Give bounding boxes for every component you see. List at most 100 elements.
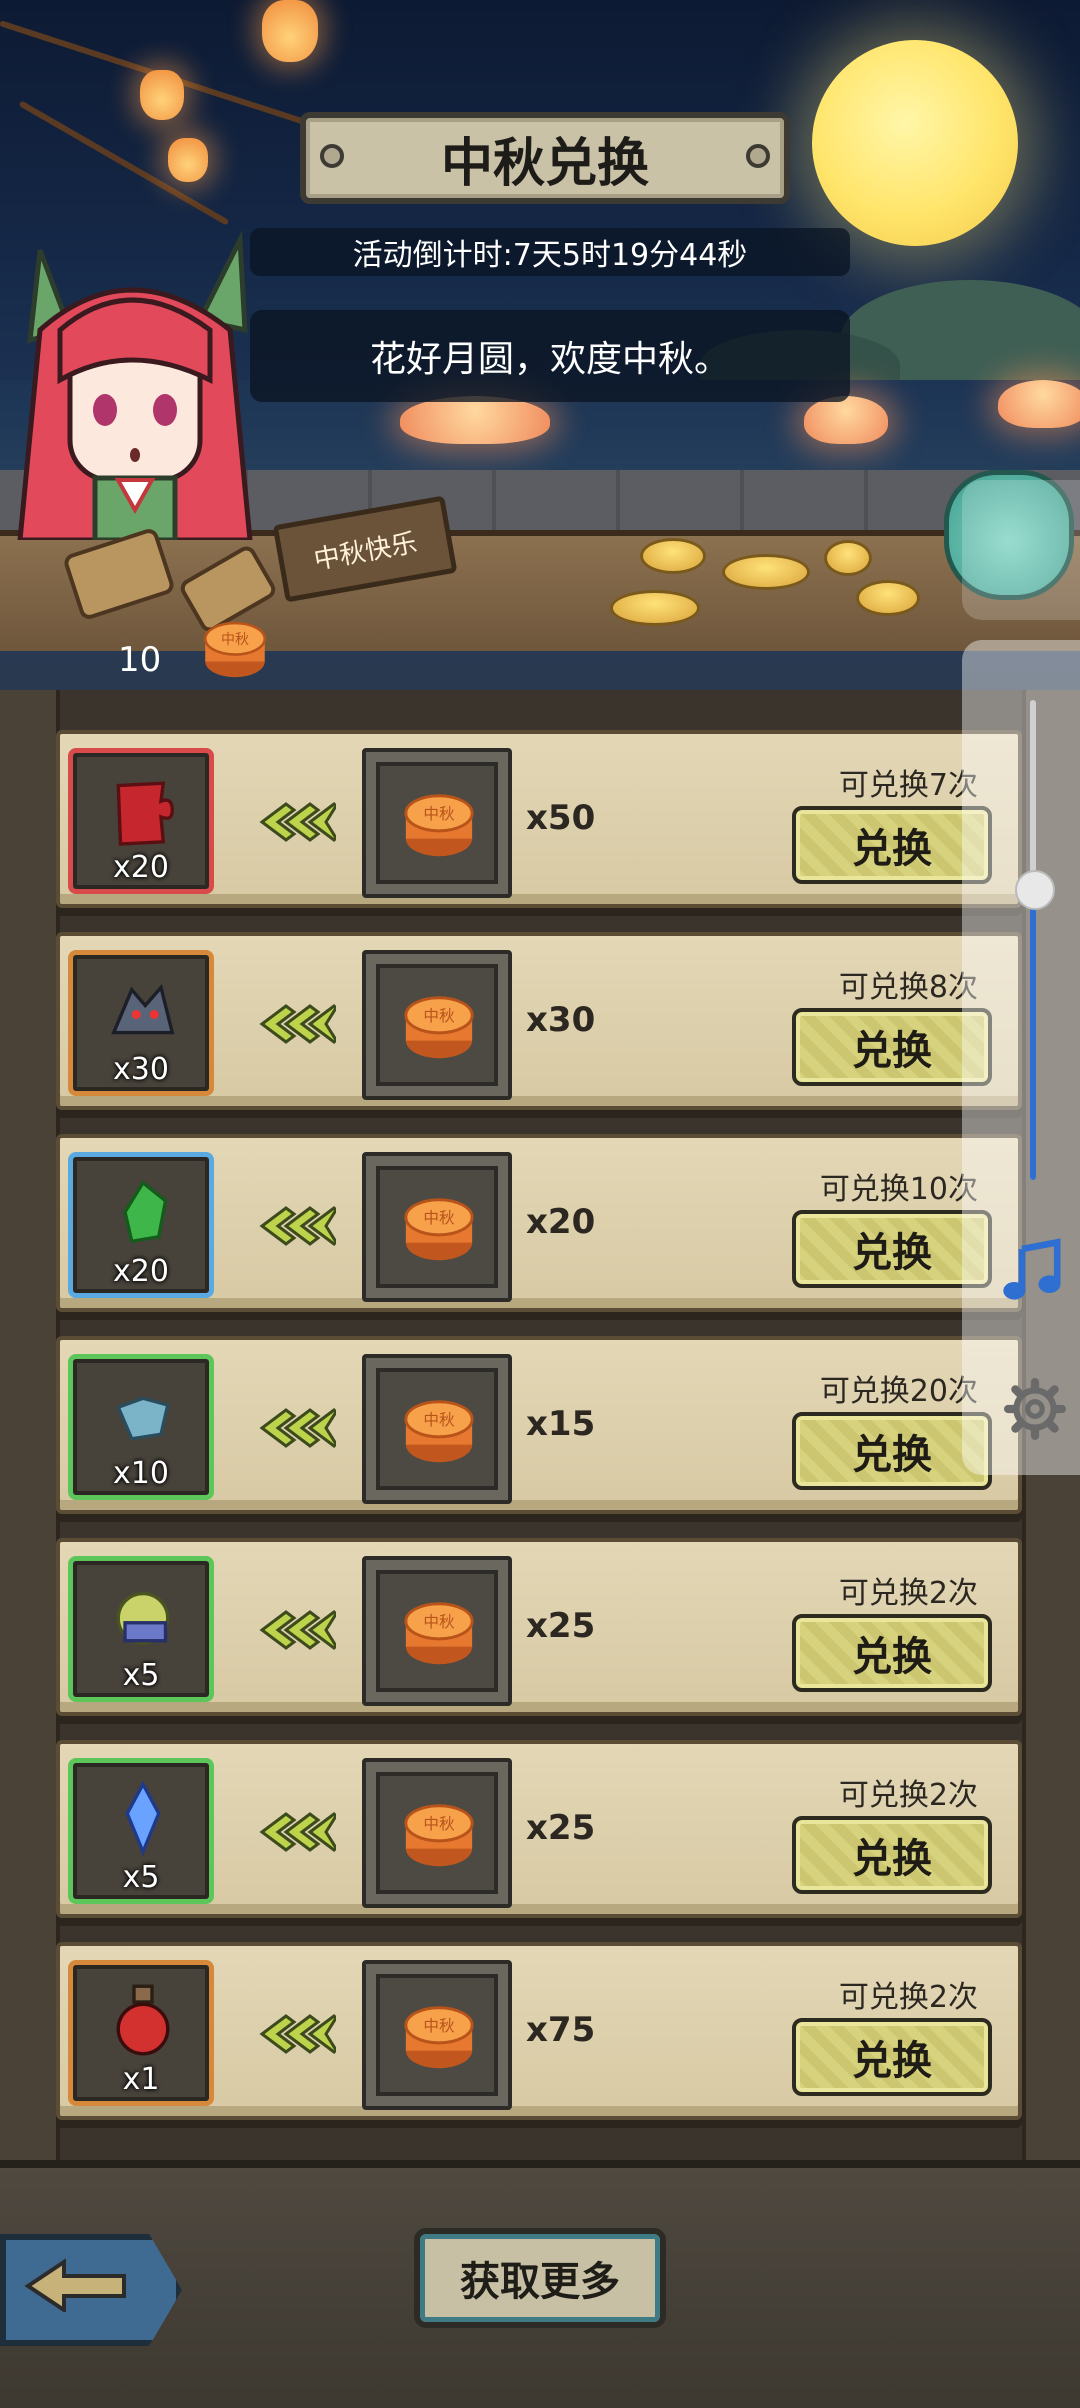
exchange-arrow-icon [259, 1812, 336, 1852]
reward-item-count: x30 [113, 1052, 169, 1087]
reward-item-slot[interactable]: x30 [68, 950, 214, 1096]
cost-item-slot: 中秋 [362, 1758, 512, 1908]
floating-panel-top [962, 480, 1080, 620]
gold-coin [610, 590, 700, 626]
wolf-character-icon [111, 983, 175, 1035]
exchange-row: x20 中秋 x50 可兑换7次 兑换 [56, 730, 1022, 908]
mooncake-icon: 中秋 [404, 996, 474, 1059]
cost-item-slot: 中秋 [362, 1960, 512, 2110]
floating-side-panel [962, 640, 1080, 1475]
cost-item-slot: 中秋 [362, 1152, 512, 1302]
back-button[interactable] [0, 2234, 182, 2346]
exchange-button[interactable]: 兑换 [792, 1614, 992, 1692]
lotus-lantern [998, 380, 1080, 428]
sky-lantern [262, 0, 318, 62]
exchange-limit: 可兑换20次 [819, 1374, 978, 1409]
cost-amount: x20 [526, 1202, 596, 1242]
exchange-row: x5 中秋 x25 可兑换2次 兑换 [56, 1538, 1022, 1716]
svg-text:中秋: 中秋 [423, 1613, 455, 1631]
exchange-row: x20 中秋 x20 可兑换10次 兑换 [56, 1134, 1022, 1312]
reward-item-slot[interactable]: x20 [68, 1152, 214, 1298]
mooncake-icon: 中秋 [404, 1602, 474, 1665]
music-note-icon[interactable] [1000, 1236, 1066, 1306]
reward-item-slot[interactable]: x5 [68, 1758, 214, 1904]
exchange-limit: 可兑换2次 [838, 1778, 978, 1813]
blue-ore-icon [115, 1396, 170, 1441]
back-arrow-icon [24, 2258, 126, 2312]
cost-amount: x25 [526, 1808, 596, 1848]
mooncake-icon: 中秋 [203, 621, 267, 678]
reward-item-slot[interactable]: x10 [68, 1354, 214, 1500]
gear-icon[interactable] [1004, 1378, 1066, 1440]
get-more-button[interactable]: 获取更多 [414, 2228, 666, 2328]
page-title-text: 中秋兑换 [440, 133, 649, 194]
volume-slider-knob[interactable] [1015, 870, 1055, 910]
reward-item-count: x5 [122, 1658, 160, 1693]
exchange-limit: 可兑换10次 [819, 1172, 978, 1207]
reward-item-count: x10 [113, 1456, 169, 1491]
gold-coin [640, 538, 706, 574]
mooncake-balance: 10 [118, 640, 162, 680]
svg-text:中秋: 中秋 [221, 632, 249, 648]
exchange-row: x1 中秋 x75 可兑换2次 兑换 [56, 1942, 1022, 2120]
reward-item-slot[interactable]: x1 [68, 1960, 214, 2106]
svg-text:中秋: 中秋 [423, 1007, 455, 1025]
exchange-arrow-icon [259, 1408, 336, 1448]
exchange-button[interactable]: 兑换 [792, 1816, 992, 1894]
green-crystal-icon [123, 1180, 168, 1244]
reward-item-count: x20 [113, 1254, 169, 1289]
rivet [746, 144, 770, 168]
cost-amount: x50 [526, 798, 596, 838]
cost-amount: x25 [526, 1606, 596, 1646]
gold-coin [856, 580, 920, 616]
mooncake-icon: 中秋 [404, 1804, 474, 1867]
event-slogan: 花好月圆，欢度中秋。 [250, 310, 850, 402]
exchange-arrow-icon [259, 802, 336, 842]
sky-lantern [140, 70, 184, 120]
exchange-limit: 可兑换2次 [838, 1980, 978, 2015]
sky-lantern [168, 138, 208, 182]
lotus-lantern [400, 396, 550, 444]
exchange-limit: 可兑换2次 [838, 1576, 978, 1611]
reward-item-slot[interactable]: x20 [68, 748, 214, 894]
red-puzzle-piece-icon [116, 781, 174, 846]
red-potion-icon [116, 1984, 170, 2056]
exchange-arrow-icon [259, 2014, 336, 2054]
exchange-row: x5 中秋 x25 可兑换2次 兑换 [56, 1740, 1022, 1918]
svg-text:中秋: 中秋 [423, 805, 455, 823]
event-countdown: 活动倒计时:7天5时19分44秒 [250, 228, 850, 276]
moon [812, 40, 1018, 246]
gold-coin [824, 540, 872, 576]
cost-item-slot: 中秋 [362, 950, 512, 1100]
reward-item-count: x1 [122, 2062, 160, 2097]
cat-girl-character [17, 230, 253, 540]
rivet [320, 144, 344, 168]
svg-text:中秋: 中秋 [423, 1209, 455, 1227]
cost-amount: x75 [526, 2010, 596, 2050]
exchange-arrow-icon [259, 1004, 336, 1044]
exchange-button[interactable]: 兑换 [792, 2018, 992, 2096]
cost-item-slot: 中秋 [362, 1354, 512, 1504]
gem-gear-icon [116, 1591, 170, 1645]
exchange-limit: 可兑换8次 [838, 970, 978, 1005]
exchange-row: x30 中秋 x30 可兑换8次 兑换 [56, 932, 1022, 1110]
svg-text:中秋: 中秋 [423, 1411, 455, 1429]
cost-item-slot: 中秋 [362, 1556, 512, 1706]
exchange-arrow-icon [259, 1610, 336, 1650]
svg-text:中秋: 中秋 [423, 1815, 455, 1833]
reward-item-slot[interactable]: x5 [68, 1556, 214, 1702]
lotus-lantern [804, 396, 888, 444]
cost-amount: x30 [526, 1000, 596, 1040]
left-rail [0, 690, 60, 2160]
cost-item-slot: 中秋 [362, 748, 512, 898]
reward-item-count: x20 [113, 850, 169, 885]
volume-slider-fill [1030, 892, 1036, 1180]
svg-text:中秋: 中秋 [423, 2017, 455, 2035]
gold-coin [722, 554, 810, 590]
exchange-arrow-icon [259, 1206, 336, 1246]
exchange-row: x10 中秋 x15 可兑换20次 兑换 [56, 1336, 1022, 1514]
page-title: 中秋兑换 [300, 112, 790, 204]
exchange-limit: 可兑换7次 [838, 768, 978, 803]
mooncake-icon: 中秋 [404, 1198, 474, 1261]
mooncake-icon: 中秋 [404, 794, 474, 857]
